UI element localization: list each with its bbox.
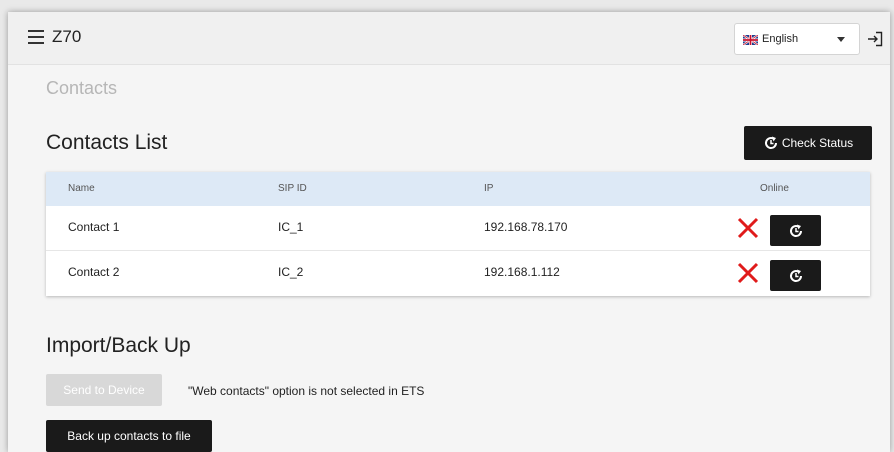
column-header-name: Name	[68, 183, 95, 194]
column-header-sip-id: SIP ID	[278, 183, 307, 194]
backup-contacts-button[interactable]: Back up contacts to file	[46, 420, 212, 452]
contact-sip-id: IC_2	[278, 265, 304, 279]
check-status-button[interactable]: Check Status	[744, 126, 872, 160]
contact-name: Contact 1	[68, 220, 120, 234]
refresh-icon	[789, 224, 802, 237]
import-backup-heading: Import/Back Up	[46, 334, 191, 357]
refresh-icon	[789, 269, 802, 282]
table-row: Contact 2 IC_2 192.168.1.112	[46, 251, 870, 295]
contacts-list-heading: Contacts List	[46, 131, 168, 154]
language-select[interactable]: English	[734, 23, 860, 55]
chevron-down-icon	[837, 37, 845, 42]
check-contact-status-button[interactable]	[770, 215, 821, 246]
refresh-icon	[764, 136, 777, 149]
check-status-label: Check Status	[781, 136, 854, 150]
uk-flag-icon	[743, 35, 758, 45]
send-to-device-button[interactable]: Send to Device	[46, 374, 162, 406]
table-header: Name SIP ID IP Online	[46, 172, 870, 206]
contact-ip: 192.168.78.170	[484, 220, 568, 234]
logout-icon[interactable]	[867, 31, 883, 47]
hamburger-menu-icon[interactable]	[28, 30, 44, 44]
check-contact-status-button[interactable]	[770, 260, 821, 291]
offline-x-icon	[737, 262, 759, 284]
web-contacts-note: "Web contacts" option is not selected in…	[188, 384, 425, 398]
column-header-ip: IP	[484, 183, 494, 194]
language-label: English	[762, 33, 799, 45]
offline-x-icon	[737, 217, 759, 239]
contact-sip-id: IC_1	[278, 220, 304, 234]
contact-ip: 192.168.1.112	[484, 265, 560, 279]
top-bar: Z70 English	[8, 12, 890, 65]
app-window: Z70 English Contacts Contacts List Check…	[8, 12, 890, 452]
page-title: Contacts	[46, 78, 118, 98]
app-title: Z70	[52, 27, 82, 46]
table-row: Contact 1 IC_1 192.168.78.170	[46, 206, 870, 251]
column-header-online: Online	[760, 183, 789, 194]
contacts-table: Name SIP ID IP Online Contact 1 IC_1 192…	[46, 172, 870, 296]
contact-name: Contact 2	[68, 265, 120, 279]
